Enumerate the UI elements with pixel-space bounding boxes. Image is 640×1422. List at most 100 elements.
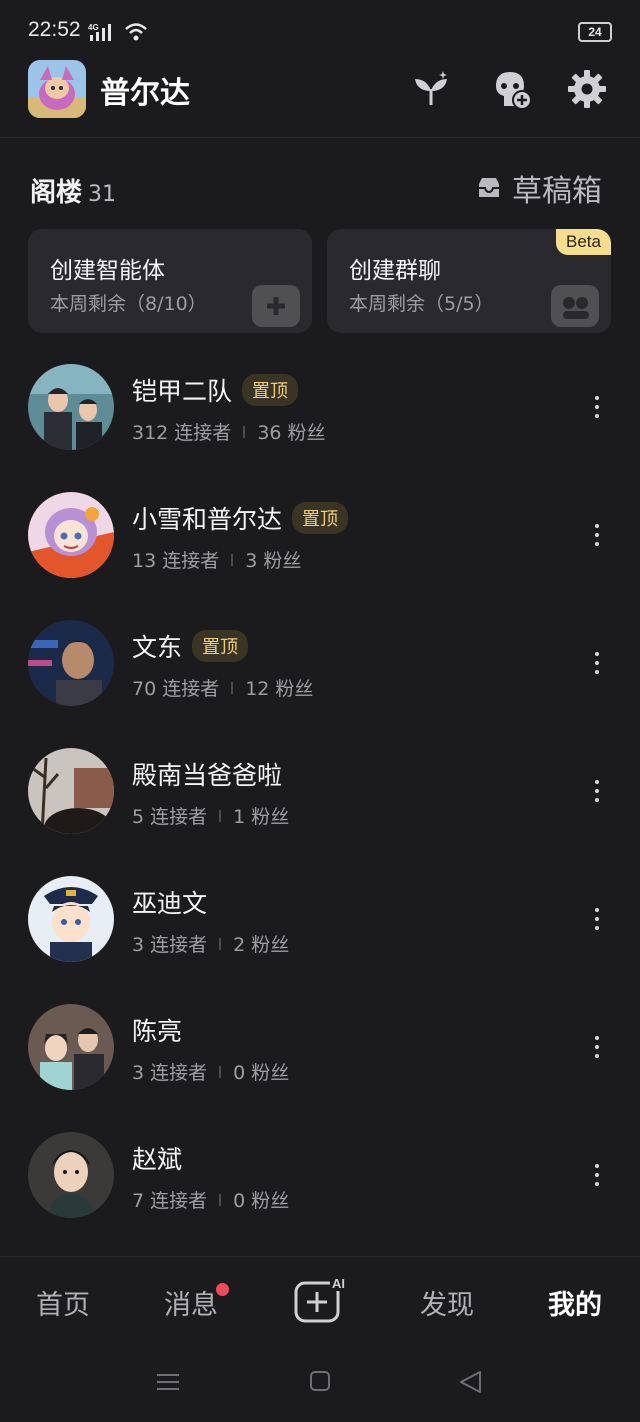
more-options-button[interactable] <box>585 776 609 806</box>
signal-icon: 4G <box>88 22 116 46</box>
create-agent-card[interactable]: 创建智能体 本周剩余（8/10） <box>28 229 312 333</box>
more-options-button[interactable] <box>585 1032 609 1062</box>
more-dot <box>595 414 599 418</box>
more-dot <box>595 661 599 665</box>
nav-home[interactable]: 首页 <box>36 1283 90 1322</box>
list-item-name: 陈亮 <box>132 1017 183 1046</box>
meta-divider <box>219 1193 222 1206</box>
create-group-card[interactable]: 创建群聊 本周剩余（5/5） Beta <box>327 229 611 333</box>
list-item[interactable]: 小雪和普尔达 置顶 13 连接者 3 粉丝 <box>0 472 640 600</box>
section-count: 31 <box>88 182 117 207</box>
back-triangle-icon[interactable] <box>458 1370 484 1398</box>
create-agent-quota: 本周剩余（8/10） <box>50 293 207 315</box>
create-group-quota: 本周剩余（5/5） <box>349 293 494 315</box>
more-dot <box>595 670 599 674</box>
drafts-label: 草稿箱 <box>512 174 602 209</box>
home-square-icon[interactable] <box>309 1370 331 1396</box>
settings-button[interactable] <box>566 68 608 110</box>
fan-count: 0 粉丝 <box>233 1190 290 1212</box>
group-deco-icon <box>551 285 599 327</box>
more-dot <box>595 780 599 784</box>
wifi-icon <box>124 22 148 46</box>
meta-divider <box>219 809 222 822</box>
ai-create-icon: AI <box>294 1275 350 1323</box>
list-item-name: 文东 <box>132 633 183 662</box>
more-options-button[interactable] <box>585 904 609 934</box>
section-title-label: 阁楼 <box>30 178 83 208</box>
sprout-button[interactable] <box>410 68 452 110</box>
more-dot <box>595 533 599 537</box>
connector-count: 13 连接者 <box>132 550 220 572</box>
more-dot <box>595 1182 599 1186</box>
network-type-label: 4G <box>88 23 99 32</box>
drafts-box-icon <box>479 178 499 197</box>
list-item-name: 巫迪文 <box>132 889 208 918</box>
list-item[interactable]: 铠甲二队 置顶 312 连接者 36 粉丝 <box>0 344 640 472</box>
meta-divider <box>219 1065 222 1078</box>
add-agent-icon <box>496 72 532 110</box>
status-bar: 22:52 4G 24 <box>0 0 640 60</box>
ai-badge-label: AI <box>332 1276 345 1291</box>
more-dot <box>595 908 599 912</box>
more-dot <box>595 396 599 400</box>
battery-indicator: 24 <box>578 22 612 42</box>
nav-discover[interactable]: 发现 <box>420 1283 474 1322</box>
profile-avatar[interactable] <box>28 60 86 118</box>
create-group-title: 创建群聊 <box>349 258 441 284</box>
more-dot <box>595 652 599 656</box>
list-item-name: 殿南当爸爸啦 <box>132 761 283 790</box>
more-dot <box>595 789 599 793</box>
list-item-name: 铠甲二队 <box>132 377 233 406</box>
pinned-badge: 置顶 <box>242 374 299 406</box>
avatar <box>28 1132 114 1218</box>
fan-count: 3 粉丝 <box>245 550 302 572</box>
nav-me[interactable]: 我的 <box>548 1283 602 1322</box>
agent-deco-icon <box>252 285 300 327</box>
more-options-button[interactable] <box>585 1160 609 1190</box>
nav-messages[interactable]: 消息 <box>164 1283 218 1322</box>
more-dot <box>595 1036 599 1040</box>
more-dot <box>595 1045 599 1049</box>
nav-create-ai-button[interactable]: AI <box>294 1275 350 1325</box>
more-dot <box>595 926 599 930</box>
more-options-button[interactable] <box>585 520 609 550</box>
avatar <box>28 876 114 962</box>
list-item[interactable]: 文东 置顶 70 连接者 12 粉丝 <box>0 600 640 728</box>
fan-count: 12 粉丝 <box>245 678 314 700</box>
more-dot <box>595 917 599 921</box>
meta-divider <box>231 553 234 566</box>
list-item[interactable]: 赵斌 7 连接者 0 粉丝 <box>0 1112 640 1240</box>
connector-count: 5 连接者 <box>132 806 208 828</box>
profile-header: 普尔达 <box>0 60 640 138</box>
pinned-badge: 置顶 <box>192 630 249 662</box>
drafts-button[interactable]: 草稿箱 <box>476 168 602 209</box>
avatar <box>28 364 114 450</box>
more-dot <box>595 798 599 802</box>
fan-count: 0 粉丝 <box>233 1062 290 1084</box>
list-item[interactable]: 殿南当爸爸啦 5 连接者 1 粉丝 <box>0 728 640 856</box>
avatar <box>28 620 114 706</box>
avatar <box>28 748 114 834</box>
system-nav-bar <box>0 1346 640 1422</box>
more-dot <box>595 1054 599 1058</box>
menu-icon[interactable] <box>156 1370 180 1398</box>
list-item-name: 赵斌 <box>132 1145 183 1174</box>
status-time: 22:52 <box>28 18 81 41</box>
more-dot <box>595 1173 599 1177</box>
more-dot <box>595 542 599 546</box>
list-item[interactable]: 巫迪文 3 连接者 2 粉丝 <box>0 856 640 984</box>
create-agent-title: 创建智能体 <box>50 258 165 284</box>
gear-icon <box>568 70 606 108</box>
notification-dot <box>216 1283 229 1296</box>
more-dot <box>595 1164 599 1168</box>
beta-badge: Beta <box>556 229 611 255</box>
add-agent-button[interactable] <box>490 68 532 110</box>
avatar <box>28 1004 114 1090</box>
fan-count: 1 粉丝 <box>233 806 290 828</box>
more-options-button[interactable] <box>585 648 609 678</box>
list-item-name: 小雪和普尔达 <box>132 505 283 534</box>
sprout-icon <box>415 71 447 105</box>
list-item[interactable]: 陈亮 3 连接者 0 粉丝 <box>0 984 640 1112</box>
bottom-nav: 首页 消息 AI 发现 我的 <box>0 1256 640 1346</box>
more-options-button[interactable] <box>585 392 609 422</box>
